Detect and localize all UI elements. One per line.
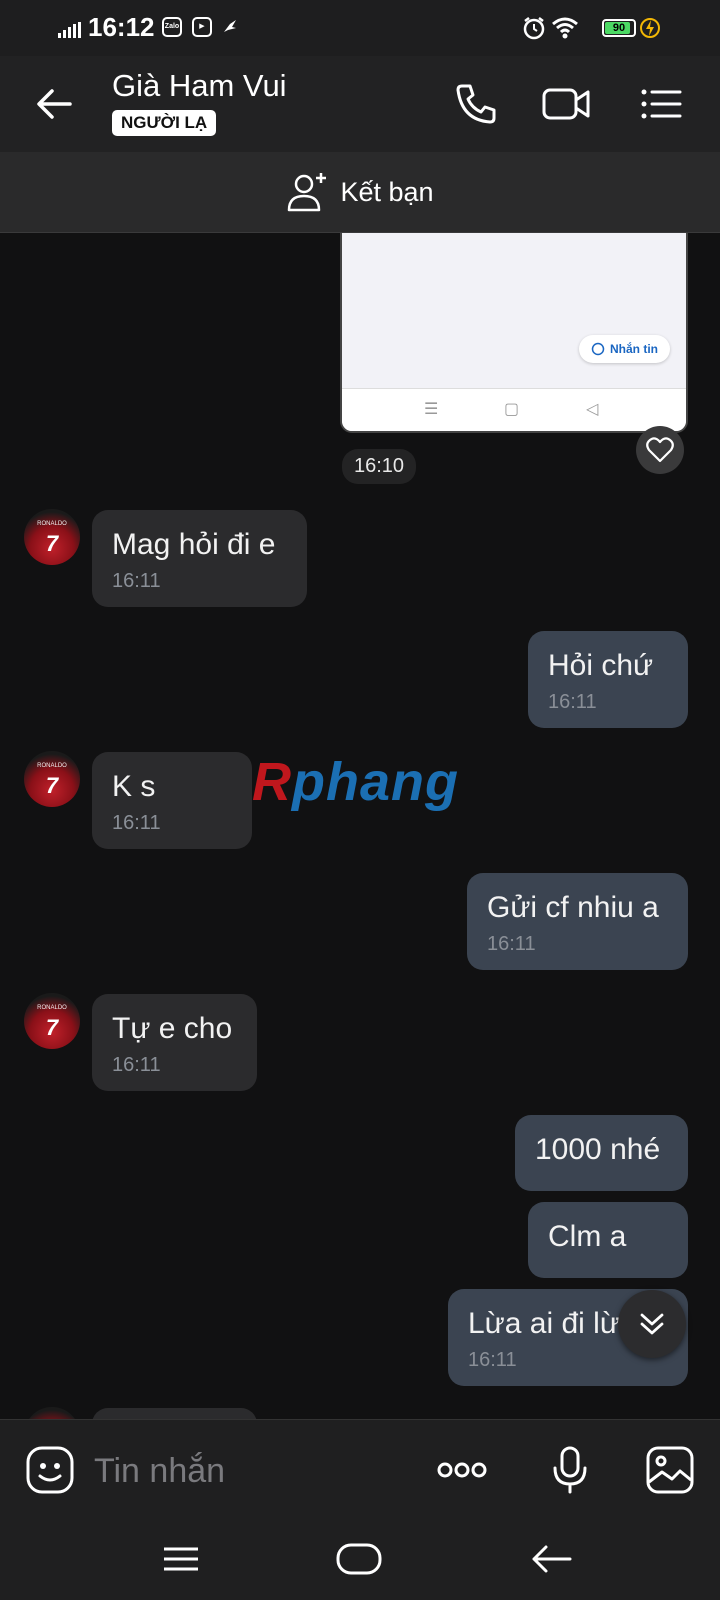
status-time: 16:12 [88, 12, 155, 42]
message-bubble[interactable]: Hỏi chứ 16:11 [528, 631, 688, 728]
alarm-icon [523, 17, 545, 40]
chat-header: Già Ham Vui NGƯỜI LẠ [0, 56, 720, 152]
watermark-r: R [252, 752, 292, 812]
message-bubble[interactable]: Mag hỏi đi e 16:11 [92, 510, 307, 607]
battery-indicator: 90 [602, 19, 636, 37]
avatar-jersey-name: RONALDO [37, 1005, 67, 1011]
add-friend-icon [288, 173, 327, 212]
message-time: 16:11 [112, 1054, 161, 1076]
zalo-icon: Zalo [162, 17, 182, 37]
scroll-to-bottom-button[interactable] [618, 1290, 686, 1358]
double-chevron-down-icon [640, 1313, 664, 1335]
youtube-icon: ▶ [192, 17, 212, 37]
message-text: K s [112, 770, 156, 803]
message-bubble[interactable]: Clm a [528, 1202, 688, 1278]
message-text: 1000 nhé [535, 1133, 661, 1166]
avatar-jersey-number: 7 [45, 531, 59, 556]
message-text: Hỏi chứ [548, 649, 654, 682]
back-button[interactable] [30, 80, 80, 130]
avatar-jersey-number: 7 [45, 1015, 59, 1040]
microphone-icon[interactable] [544, 1444, 596, 1496]
shared-image-message[interactable]: Nhắn tin ☰ ▢ ◁ [340, 233, 688, 433]
message-text: Mag hỏi đi e [112, 528, 276, 561]
message-input[interactable] [92, 1448, 396, 1494]
home-button[interactable] [334, 1539, 384, 1579]
heart-icon [646, 437, 674, 463]
charging-icon [640, 18, 660, 38]
watermark-text: phang [292, 752, 459, 812]
stranger-badge: NGƯỜI LẠ [112, 110, 217, 136]
menu-button[interactable] [632, 76, 688, 132]
message-text: Clm a [548, 1220, 627, 1253]
signal-icon [58, 22, 81, 38]
message-input-bar [0, 1419, 720, 1520]
battery-level: 90 [612, 22, 626, 34]
message-text: Tự e cho [112, 1012, 233, 1045]
home-glyph-icon: ▢ [504, 401, 520, 418]
add-friend-bar: Kết bạn [0, 152, 720, 233]
message-bubble[interactable]: Tự e cho 16:11 [92, 994, 257, 1091]
wifi-icon [552, 17, 578, 39]
avatar-jersey-number: 7 [45, 773, 59, 798]
system-back-button[interactable] [526, 1539, 576, 1579]
add-friend-button[interactable]: Kết bạn [286, 170, 434, 214]
avatar[interactable]: RONALDO 7 [24, 751, 80, 807]
image-timestamp: 16:10 [342, 449, 417, 484]
watermark-logo: Rphang [252, 751, 459, 813]
message-time: 16:11 [112, 812, 161, 834]
avatar[interactable]: RONALDO 7 [24, 993, 80, 1049]
image-gallery-icon[interactable] [644, 1444, 696, 1496]
avatar-jersey-name: RONALDO [37, 763, 67, 769]
more-options-icon[interactable] [436, 1444, 488, 1496]
recent-apps-button[interactable] [156, 1539, 206, 1579]
back-glyph-icon: ◁ [586, 401, 599, 418]
message-text: Gửi cf nhiu a [487, 891, 659, 924]
add-friend-label: Kết bạn [340, 176, 434, 207]
message-time: 16:11 [487, 933, 536, 955]
avatar-jersey-name: RONALDO [37, 521, 67, 527]
status-bar: 16:12 Zalo ▶ 90 [0, 0, 720, 56]
menu-glyph-icon: ☰ [424, 401, 439, 418]
message-time: 16:11 [548, 691, 597, 713]
message-time: 16:11 [112, 570, 161, 592]
chat-messages[interactable]: Nhắn tin ☰ ▢ ◁ 16:10 RONALDO 7 Mag hỏi đi… [0, 233, 720, 1419]
shared-image-message-button: Nhắn tin [579, 335, 670, 363]
contact-name[interactable]: Già Ham Vui [112, 68, 287, 104]
message-bubble[interactable]: Gửi cf nhiu a 16:11 [467, 873, 688, 970]
message-bubble[interactable]: 1000 nhé [515, 1115, 688, 1191]
shared-image-navbar: ☰ ▢ ◁ [342, 388, 686, 431]
emoji-icon[interactable] [24, 1444, 76, 1496]
shared-image-button-label: Nhắn tin [610, 342, 658, 356]
system-navbar [0, 1519, 720, 1600]
bird-icon [224, 20, 236, 32]
video-call-button[interactable] [538, 76, 594, 132]
message-bubble[interactable] [92, 1408, 257, 1419]
avatar[interactable] [24, 1407, 80, 1419]
phone-call-button[interactable] [448, 76, 504, 132]
chat-bubble-icon [591, 342, 605, 356]
react-heart-button[interactable] [636, 426, 684, 474]
avatar[interactable]: RONALDO 7 [24, 509, 80, 565]
message-bubble[interactable]: K s 16:11 [92, 752, 252, 849]
